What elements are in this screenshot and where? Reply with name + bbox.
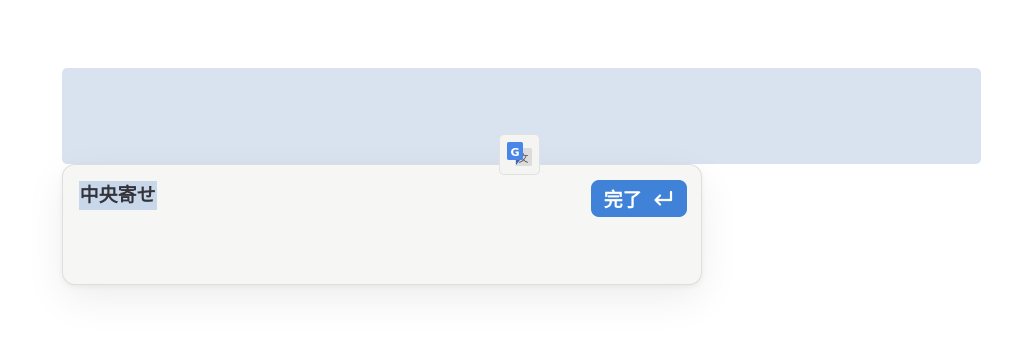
- editor-selected-text[interactable]: 中央寄せ: [79, 181, 158, 210]
- done-button-label: 完了: [603, 189, 642, 211]
- svg-text:G: G: [510, 146, 519, 159]
- inline-text-editor[interactable]: 中央寄せ 完了: [62, 164, 702, 285]
- done-button[interactable]: 完了: [591, 180, 687, 217]
- enter-return-icon: [654, 190, 673, 206]
- page: 中央寄せ 文 G 中央寄せ 完了: [0, 0, 1032, 358]
- google-translate-icon[interactable]: 文 G: [499, 134, 540, 175]
